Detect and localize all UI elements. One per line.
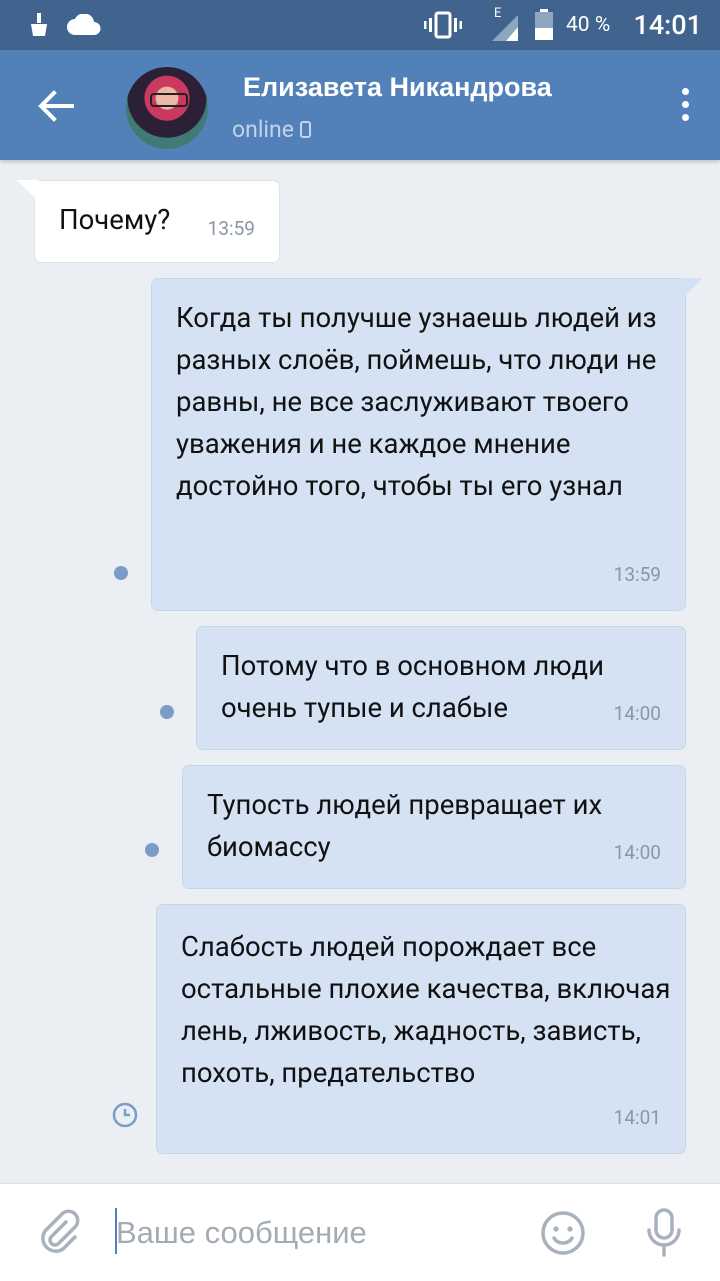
unread-indicator — [114, 566, 128, 580]
unread-indicator — [160, 705, 174, 719]
message-input[interactable] — [114, 1204, 518, 1262]
broom-icon — [30, 0, 48, 50]
status-bar: E 40 % 14:01 — [0, 0, 720, 50]
unread-indicator — [145, 843, 159, 857]
cloud-icon — [66, 0, 102, 50]
message-text: Почему? — [59, 203, 171, 236]
message-bubble-outgoing[interactable]: Когда ты получше узнаешь людей из разных… — [151, 278, 703, 611]
contact-status: online — [232, 116, 311, 143]
phone-icon — [299, 121, 311, 138]
message-time: 14:00 — [613, 702, 661, 725]
chat-header: Елизавета Никандрова online — [0, 50, 720, 160]
message-time: 13:59 — [613, 563, 661, 586]
paperclip-icon[interactable] — [36, 1208, 82, 1254]
avatar[interactable] — [126, 67, 208, 149]
more-vertical-icon[interactable] — [680, 88, 690, 124]
battery-icon — [534, 0, 554, 50]
microphone-icon[interactable] — [644, 1206, 684, 1260]
message-bubble-outgoing[interactable]: Тупость людей превращает их биомассу 14:… — [182, 765, 686, 889]
clock-time: 14:01 — [633, 9, 702, 41]
bubble-tail — [681, 278, 703, 300]
avatar-glasses — [150, 93, 188, 107]
message-composer — [0, 1183, 720, 1281]
message-bubble-outgoing[interactable]: Потому что в основном люди очень тупые и… — [196, 626, 686, 750]
message-text: Потому что в основном люди очень тупые и… — [221, 649, 604, 724]
contact-name[interactable]: Елизавета Никандрова — [243, 72, 552, 103]
message-text: Тупость людей превращает их биомассу — [207, 788, 603, 863]
message-time: 13:59 — [207, 217, 255, 240]
status-text: online — [232, 116, 294, 143]
arrow-left-icon[interactable] — [34, 84, 78, 128]
message-text: Слабость людей порождает все остальные п… — [181, 930, 671, 1089]
message-text: Когда ты получше узнаешь людей из разных… — [176, 301, 657, 502]
cell-signal-icon: E — [490, 0, 520, 50]
bubble-tail — [17, 180, 39, 202]
smile-icon[interactable] — [540, 1210, 586, 1256]
vibrate-icon — [424, 0, 462, 50]
battery-percent: 40 % — [566, 13, 611, 37]
message-bubble-outgoing[interactable]: Слабость людей порождает все остальные п… — [156, 904, 686, 1154]
clock-icon — [112, 1102, 138, 1128]
message-time: 14:00 — [613, 841, 661, 864]
message-time: 14:01 — [613, 1106, 661, 1129]
message-bubble-incoming[interactable]: Почему? 13:59 — [17, 180, 280, 263]
